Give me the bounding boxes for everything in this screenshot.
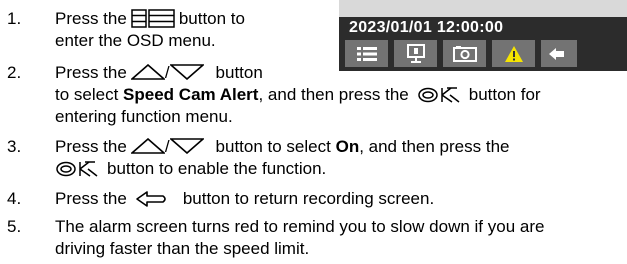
menu-button[interactable] <box>345 40 388 67</box>
up-icon <box>129 137 166 158</box>
step-4-text-b: button to return recording screen. <box>182 189 435 208</box>
camera-icon <box>452 45 477 62</box>
step-2-number: 2. <box>7 63 22 82</box>
step-1-text-b: button to <box>178 9 245 28</box>
step-4-text-a: Press the <box>55 189 127 208</box>
menu-button-icon <box>131 8 175 31</box>
step-3-text-d: button to enable the function. <box>107 159 327 178</box>
ok-icon <box>417 85 461 106</box>
up-icon <box>129 63 166 84</box>
camera-button[interactable] <box>443 40 486 67</box>
step-2-text-b: button <box>215 63 263 82</box>
step-2-text-c: to select <box>55 85 119 104</box>
step-2-line-1: Press the / button <box>55 62 263 84</box>
step-3-text-c: , and then press the <box>359 137 510 156</box>
dashcam-preview: 2023/01/01 12:00:00 <box>339 0 627 71</box>
step-3-line-2: button to enable the function. <box>55 158 326 180</box>
step-5-line-2: driving faster than the speed limit. <box>55 239 310 258</box>
preview-button-bar <box>345 40 627 67</box>
step-2-text-d: , and then press the <box>258 85 409 104</box>
return-icon <box>549 47 564 60</box>
step-2-line-2: to select Speed Cam Alert, and then pres… <box>55 84 541 106</box>
step-1-line-2: enter the OSD menu. <box>55 31 216 50</box>
return-button[interactable] <box>541 40 577 67</box>
step-1-number: 1. <box>7 9 22 28</box>
down-icon <box>168 63 205 84</box>
preview-top-bar <box>339 0 627 17</box>
step-3-number: 3. <box>7 137 22 156</box>
record-button[interactable] <box>394 40 437 67</box>
speed-cam-alert-label: Speed Cam Alert <box>123 85 259 104</box>
step-1-text-a: Press the <box>55 9 127 28</box>
warning-button[interactable] <box>492 40 535 67</box>
menu-icon <box>356 46 377 61</box>
step-2-text-e: button for <box>468 85 541 104</box>
ok-icon <box>55 159 99 180</box>
step-2-text-a: Press the <box>55 63 127 82</box>
step-3-text-b: button to select <box>215 137 331 156</box>
recording-icon <box>406 43 425 63</box>
step-5-line-1: The alarm screen turns red to remind you… <box>55 217 545 236</box>
return-button-icon <box>135 189 169 210</box>
step-2-line-3: entering function menu. <box>55 107 233 126</box>
step-5-number: 5. <box>7 217 22 236</box>
step-1-line-1: Press the button to <box>55 8 245 31</box>
on-label: On <box>335 137 360 156</box>
step-4-number: 4. <box>7 189 22 208</box>
step-3-line-1: Press the / button to select On, and then … <box>55 136 509 158</box>
timestamp: 2023/01/01 12:00:00 <box>349 19 504 36</box>
step-3-text-a: Press the <box>55 137 127 156</box>
step-4-line-1: Press the button to return recording scr… <box>55 188 434 210</box>
down-icon <box>168 137 205 158</box>
warning-icon <box>504 45 523 62</box>
